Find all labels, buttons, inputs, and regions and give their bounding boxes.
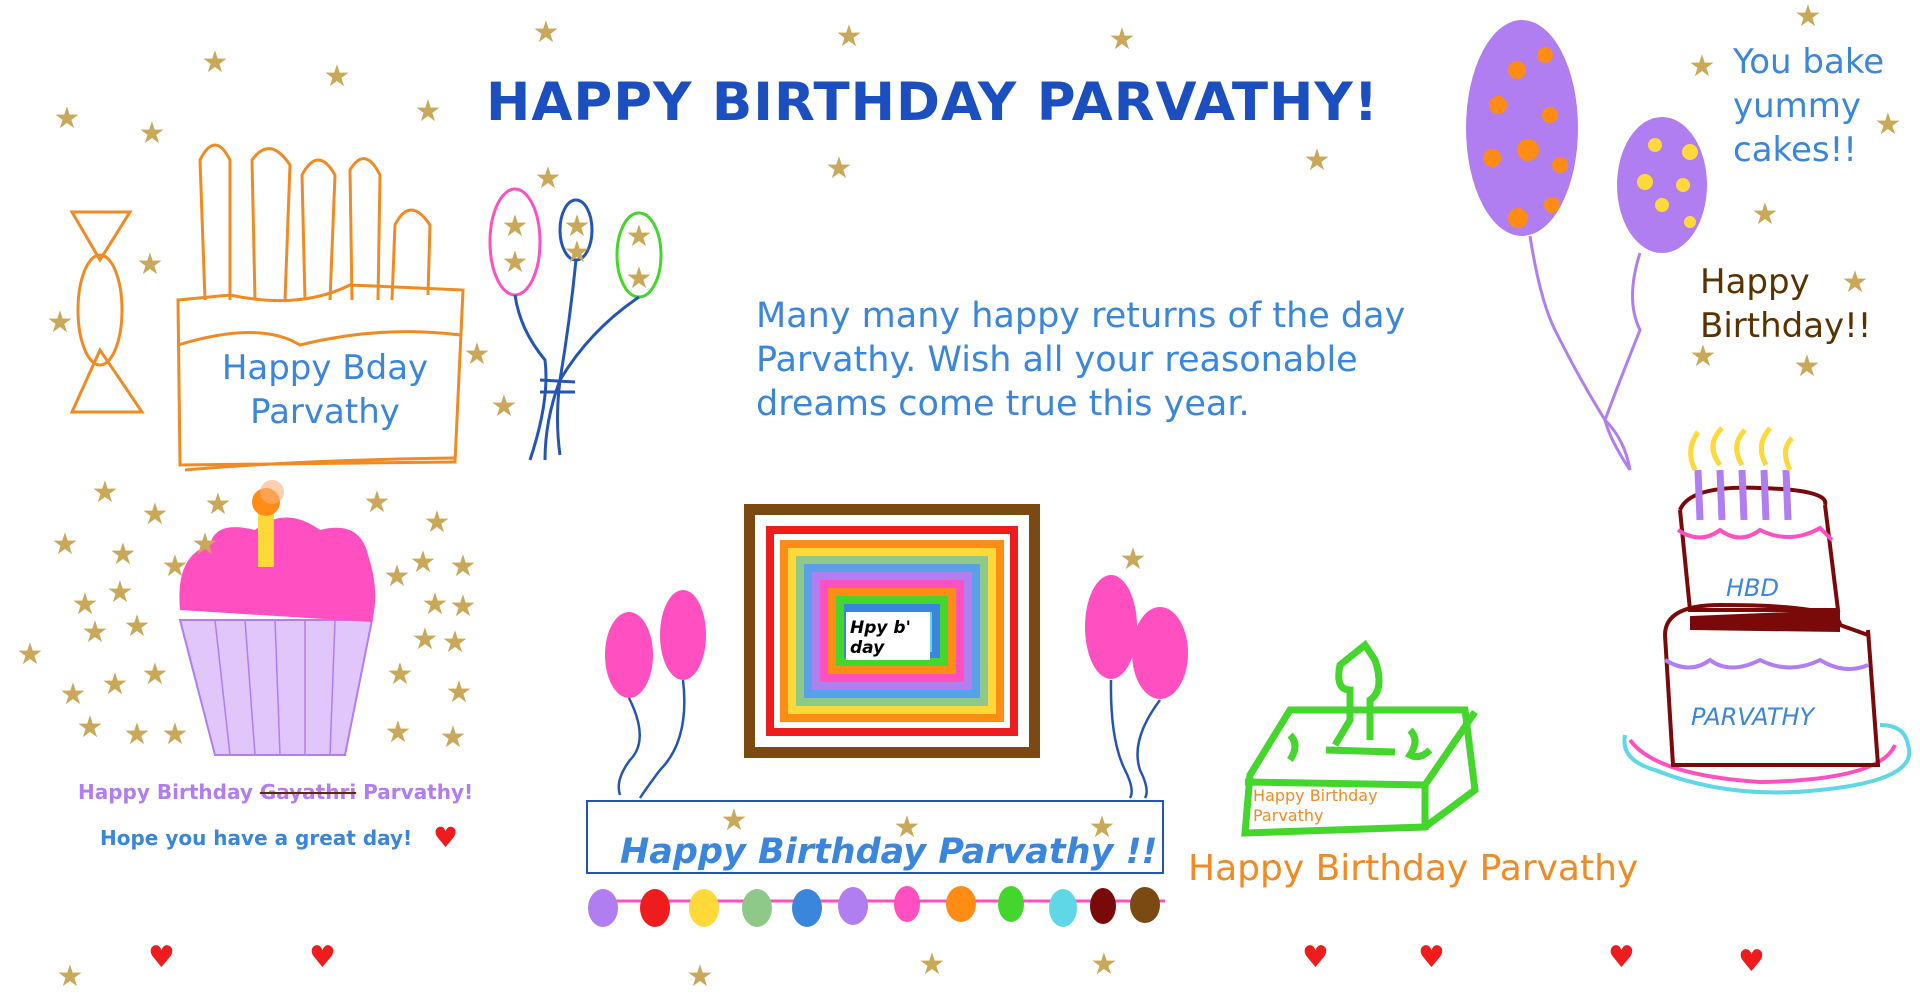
- star-icon: ★: [91, 475, 119, 510]
- star-icon: ★: [106, 575, 134, 610]
- heart-icon: ♥: [148, 940, 175, 975]
- star-icon: ★: [625, 261, 653, 296]
- cupcake-caption-1: Happy Birthday Gayathri Parvathy!: [78, 780, 473, 804]
- star-icon: ★: [141, 497, 169, 532]
- happy-birthday-brown: Happy Birthday!!: [1700, 262, 1872, 346]
- star-icon: ★: [1119, 542, 1147, 577]
- star-icon: ★: [490, 389, 518, 424]
- star-icon: ★: [423, 505, 451, 540]
- star-icon: ★: [363, 485, 391, 520]
- star-icon: ★: [386, 657, 414, 692]
- star-icon: ★: [825, 151, 853, 186]
- star-icon: ★: [835, 19, 863, 54]
- star-icon: ★: [918, 947, 946, 982]
- heart-icon: ♥: [1302, 940, 1329, 975]
- tier-cake-bottom-label: PARVATHY: [1691, 703, 1815, 731]
- bead-string: [588, 886, 1165, 927]
- star-icon: ★: [1794, 0, 1822, 34]
- star-icon: ★: [1793, 349, 1821, 384]
- star-icon: ★: [501, 209, 529, 244]
- banner-text: Happy Birthday Parvathy !!: [620, 832, 1158, 872]
- star-icon: ★: [1751, 197, 1779, 232]
- star-icon: ★: [384, 715, 412, 750]
- star-icon: ★: [161, 549, 189, 584]
- star-icon: ★: [409, 545, 437, 580]
- heart-icon: ♥: [1738, 944, 1765, 979]
- star-icon: ★: [463, 337, 491, 372]
- star-icon: ★: [449, 589, 477, 624]
- star-icon: ★: [1303, 143, 1331, 178]
- star-icon: ★: [76, 710, 104, 745]
- birthday-message: Many many happy returns of the day Parva…: [756, 296, 1406, 424]
- tiered-cake-icon: [1622, 426, 1912, 795]
- frame-text: Hpy b' day: [850, 618, 911, 658]
- tier-cake-top-label: HBD: [1726, 574, 1779, 602]
- star-icon: ★: [109, 537, 137, 572]
- heart-icon: ♥: [1418, 940, 1445, 975]
- candy-icon: [69, 210, 145, 414]
- star-icon: ★: [1090, 947, 1118, 982]
- star-icon: ★: [411, 622, 439, 657]
- star-icon: ★: [563, 235, 591, 270]
- cupcake-caption-2: Hope you have a great day!: [100, 826, 413, 850]
- cake-label: Happy Bday Parvathy: [221, 348, 429, 432]
- star-icon: ★: [141, 657, 169, 692]
- top-right-message: You bake yummy cakes!!: [1733, 42, 1885, 170]
- star-icon: ★: [138, 116, 166, 151]
- orange-birthday-line: Happy Birthday Parvathy: [1188, 848, 1639, 889]
- star-icon: ★: [123, 609, 151, 644]
- star-icon: ★: [1688, 49, 1716, 84]
- star-icon: ★: [51, 527, 79, 562]
- star-icon: ★: [191, 527, 219, 562]
- star-icon: ★: [323, 59, 351, 94]
- star-icon: ★: [686, 959, 714, 994]
- star-icon: ★: [441, 625, 469, 660]
- star-icon: ★: [136, 247, 164, 282]
- cupcake-caption-prefix: Happy Birthday: [78, 780, 253, 804]
- heart-icon: ♥: [309, 940, 336, 975]
- star-icon: ★: [201, 45, 229, 80]
- star-icon: ★: [16, 637, 44, 672]
- star-icon: ★: [204, 487, 232, 522]
- star-icon: ★: [501, 245, 529, 280]
- heart-icon: ♥: [433, 821, 459, 854]
- star-icon: ★: [449, 549, 477, 584]
- star-icon: ★: [534, 161, 562, 196]
- star-icon: ★: [445, 675, 473, 710]
- cupcake-caption-struck: Gayathri: [259, 780, 357, 804]
- star-icon: ★: [81, 615, 109, 650]
- star-icon: ★: [161, 717, 189, 752]
- star-icon: ★: [101, 667, 129, 702]
- star-icon: ★: [532, 15, 560, 50]
- purple-balloons-icon: [1466, 20, 1707, 471]
- star-icon: ★: [53, 101, 81, 136]
- card-title: HAPPY BIRTHDAY PARVATHY!: [486, 72, 1379, 133]
- star-icon: ★: [123, 717, 151, 752]
- star-icon: ★: [625, 219, 653, 254]
- star-icon: ★: [59, 677, 87, 712]
- star-icon: ★: [46, 305, 74, 340]
- star-icon: ★: [1108, 22, 1136, 57]
- star-icon: ★: [421, 587, 449, 622]
- green-cake-text: Happy Birthday Parvathy: [1253, 786, 1378, 825]
- heart-icon: ♥: [1608, 940, 1635, 975]
- star-icon: ★: [414, 94, 442, 129]
- star-icon: ★: [56, 959, 84, 994]
- cupcake-caption-suffix: Parvathy!: [363, 780, 474, 804]
- star-icon: ★: [439, 720, 467, 755]
